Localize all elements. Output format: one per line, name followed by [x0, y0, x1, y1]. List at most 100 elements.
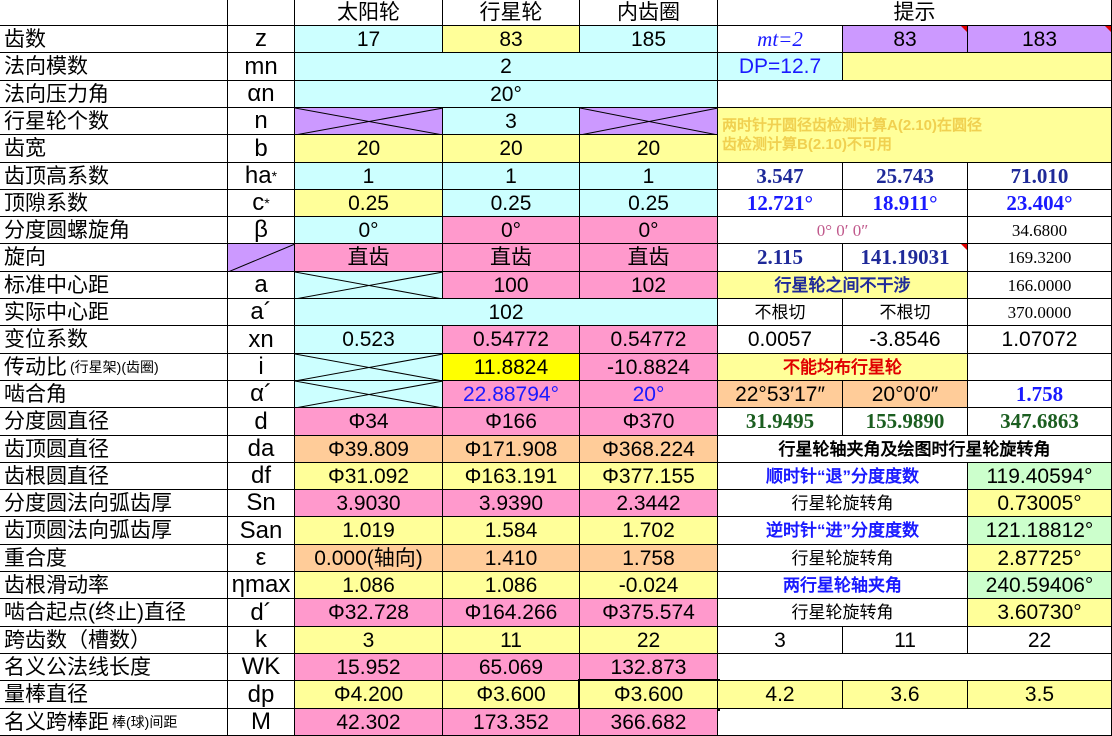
hint-cell[interactable]: 169.3200: [968, 244, 1112, 272]
param-name[interactable]: 量棒直径: [0, 681, 228, 709]
hint-cell[interactable]: 141.19031: [843, 244, 968, 272]
param-name[interactable]: 变位系数: [0, 326, 228, 354]
value-cell[interactable]: -0.024: [580, 572, 718, 599]
hint-cell[interactable]: 2.87725°: [968, 545, 1112, 572]
value-cell[interactable]: Φ163.191: [443, 463, 580, 490]
param-symbol[interactable]: ε: [228, 545, 295, 572]
param-symbol[interactable]: n: [228, 108, 295, 135]
hint-cell[interactable]: 逆时针“进”分度度数: [718, 517, 968, 545]
hint-blank[interactable]: [718, 654, 1112, 681]
value-cell[interactable]: 1: [443, 163, 580, 190]
hint-cell[interactable]: DP=12.7: [718, 53, 843, 81]
value-cell[interactable]: 22.88794°: [443, 381, 580, 408]
hint-cell[interactable]: 3.547: [718, 163, 843, 190]
value-cell[interactable]: 0.25: [443, 190, 580, 217]
hint-cell[interactable]: 行星轮旋转角: [718, 545, 968, 572]
value-cell[interactable]: 100: [443, 272, 580, 299]
value-cell[interactable]: 3: [443, 108, 580, 135]
hint-cell[interactable]: 顺时针“退”分度度数: [718, 463, 968, 490]
hint-cell[interactable]: 2.115: [718, 244, 843, 272]
hint-cell[interactable]: 347.6863: [968, 408, 1112, 436]
param-symbol[interactable]: c *: [228, 190, 295, 217]
param-symbol[interactable]: a´: [228, 299, 295, 326]
value-cell[interactable]: 0.25: [580, 190, 718, 217]
param-name[interactable]: 实际中心距: [0, 299, 228, 326]
value-cell[interactable]: 0.523: [295, 326, 443, 354]
param-symbol[interactable]: d: [228, 408, 295, 436]
value-cell[interactable]: 83: [443, 26, 580, 53]
value-cell[interactable]: 17: [295, 26, 443, 53]
value-cell[interactable]: Φ3.600: [578, 679, 720, 711]
value-cell[interactable]: 直齿: [295, 244, 443, 272]
param-symbol[interactable]: xn: [228, 326, 295, 354]
hint-cell[interactable]: mt=2: [718, 26, 843, 53]
value-cell[interactable]: 20: [443, 135, 580, 163]
param-symbol[interactable]: αn: [228, 81, 295, 108]
param-name[interactable]: 重合度: [0, 545, 228, 572]
hint-cell[interactable]: 240.59406°: [968, 572, 1112, 599]
param-symbol[interactable]: dp: [228, 681, 295, 709]
value-cell[interactable]: 65.069: [443, 654, 580, 681]
hint-cell[interactable]: 行星轮旋转角: [718, 490, 968, 517]
hint-cell[interactable]: 行星轮之间不干涉: [718, 272, 968, 299]
value-cell[interactable]: 3.9390: [443, 490, 580, 517]
value-cell[interactable]: Φ370: [580, 408, 718, 436]
hint-cell[interactable]: 83: [843, 26, 968, 53]
hint-cell[interactable]: 34.6800: [968, 217, 1112, 244]
value-cell[interactable]: Φ368.224: [580, 436, 718, 463]
value-cell[interactable]: 1.086: [443, 572, 580, 599]
hint-cell[interactable]: 23.404°: [968, 190, 1112, 217]
value-cell[interactable]: 0°: [295, 217, 443, 244]
value-cell[interactable]: 11.8824: [443, 354, 580, 381]
disabled-cell[interactable]: [295, 354, 443, 381]
param-name[interactable]: 分度圆法向弧齿厚: [0, 490, 228, 517]
value-cell[interactable]: Φ34: [295, 408, 443, 436]
param-name[interactable]: 标准中心距: [0, 272, 228, 299]
hint-cell[interactable]: 不根切: [843, 299, 968, 326]
param-name[interactable]: 分度圆螺旋角: [0, 217, 228, 244]
param-symbol[interactable]: ηmax: [228, 572, 295, 599]
value-cell[interactable]: Φ32.728: [295, 599, 443, 627]
value-cell[interactable]: 42.302: [295, 709, 443, 736]
hint-cell[interactable]: 0° 0′ 0″: [718, 217, 968, 244]
param-symbol[interactable]: Sn: [228, 490, 295, 517]
value-cell[interactable]: 0.000(轴向): [295, 545, 443, 572]
param-symbol[interactable]: [228, 244, 295, 272]
header-hint[interactable]: 提示: [718, 0, 1112, 26]
value-cell[interactable]: 173.352: [443, 709, 580, 736]
hint-cell[interactable]: 1.07072: [968, 326, 1112, 354]
param-name[interactable]: 啮合角: [0, 381, 228, 408]
value-cell[interactable]: 1.584: [443, 517, 580, 545]
hint-cell[interactable]: 0.0057: [718, 326, 843, 354]
hint-cell[interactable]: 12.721°: [718, 190, 843, 217]
value-cell[interactable]: Φ166: [443, 408, 580, 436]
value-cell[interactable]: 132.873: [580, 654, 718, 681]
value-cell[interactable]: 20: [295, 135, 443, 163]
hint-cell[interactable]: 22: [968, 627, 1112, 654]
hint-cell[interactable]: [843, 53, 1112, 81]
param-symbol[interactable]: k: [228, 627, 295, 654]
hint-cell[interactable]: 25.743: [843, 163, 968, 190]
hint-cell[interactable]: 0.73005°: [968, 490, 1112, 517]
value-cell[interactable]: 1.086: [295, 572, 443, 599]
param-name[interactable]: 法向模数: [0, 53, 228, 81]
value-cell[interactable]: 1.019: [295, 517, 443, 545]
param-name[interactable]: 分度圆直径: [0, 408, 228, 436]
hint-cell[interactable]: 121.18812°: [968, 517, 1112, 545]
value-cell[interactable]: 22: [580, 627, 718, 654]
param-name[interactable]: 顶隙系数: [0, 190, 228, 217]
param-name[interactable]: 传动比 (行星架)(齿圈): [0, 354, 228, 381]
hint-cell[interactable]: [968, 354, 1112, 381]
hint-cell[interactable]: 370.0000: [968, 299, 1112, 326]
disabled-cell[interactable]: [295, 272, 443, 299]
hint-note-block[interactable]: 两时针开圆径齿检测计算A(2.10)在圆径 齿检测计算B(2.10)不可用: [718, 108, 1112, 163]
header-ring-gear[interactable]: 内齿圈: [580, 0, 718, 26]
value-cell[interactable]: -10.8824: [580, 354, 718, 381]
hint-cell[interactable]: 3.5: [968, 681, 1112, 709]
hint-cell[interactable]: 155.9890: [843, 408, 968, 436]
value-cell[interactable]: 0.25: [295, 190, 443, 217]
value-cell[interactable]: 1: [295, 163, 443, 190]
param-name[interactable]: 名义公法线长度: [0, 654, 228, 681]
value-cell[interactable]: 0°: [580, 217, 718, 244]
param-symbol[interactable]: α´: [228, 381, 295, 408]
